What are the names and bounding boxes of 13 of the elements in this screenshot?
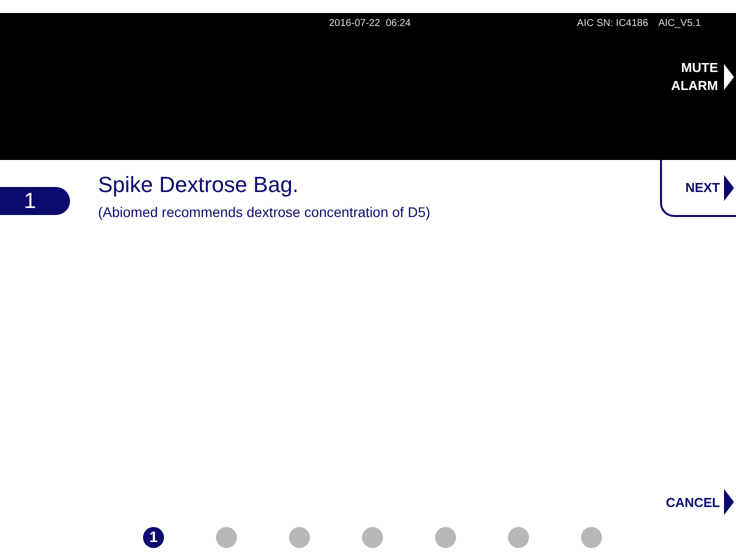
step-number: 1: [0, 187, 70, 215]
date-time: 2016-07-22 06:24: [329, 18, 411, 29]
arrow-right-icon: [724, 64, 734, 90]
arrow-right-icon: [724, 174, 734, 200]
cancel-button[interactable]: CANCEL: [666, 489, 736, 515]
progress-dot: 1: [143, 527, 164, 548]
step-title: Spike Dextrose Bag.: [98, 172, 300, 198]
next-button[interactable]: NEXT: [660, 160, 736, 217]
serial-number: AIC SN: IC4186: [577, 18, 648, 29]
mute-alarm-button[interactable]: MUTE ALARM: [671, 59, 734, 95]
arrow-right-icon: [724, 489, 734, 515]
software-version: AIC_V5.1: [658, 18, 701, 29]
step-note: (Abiomed recommends dextrose concentration of D5): [98, 204, 430, 220]
